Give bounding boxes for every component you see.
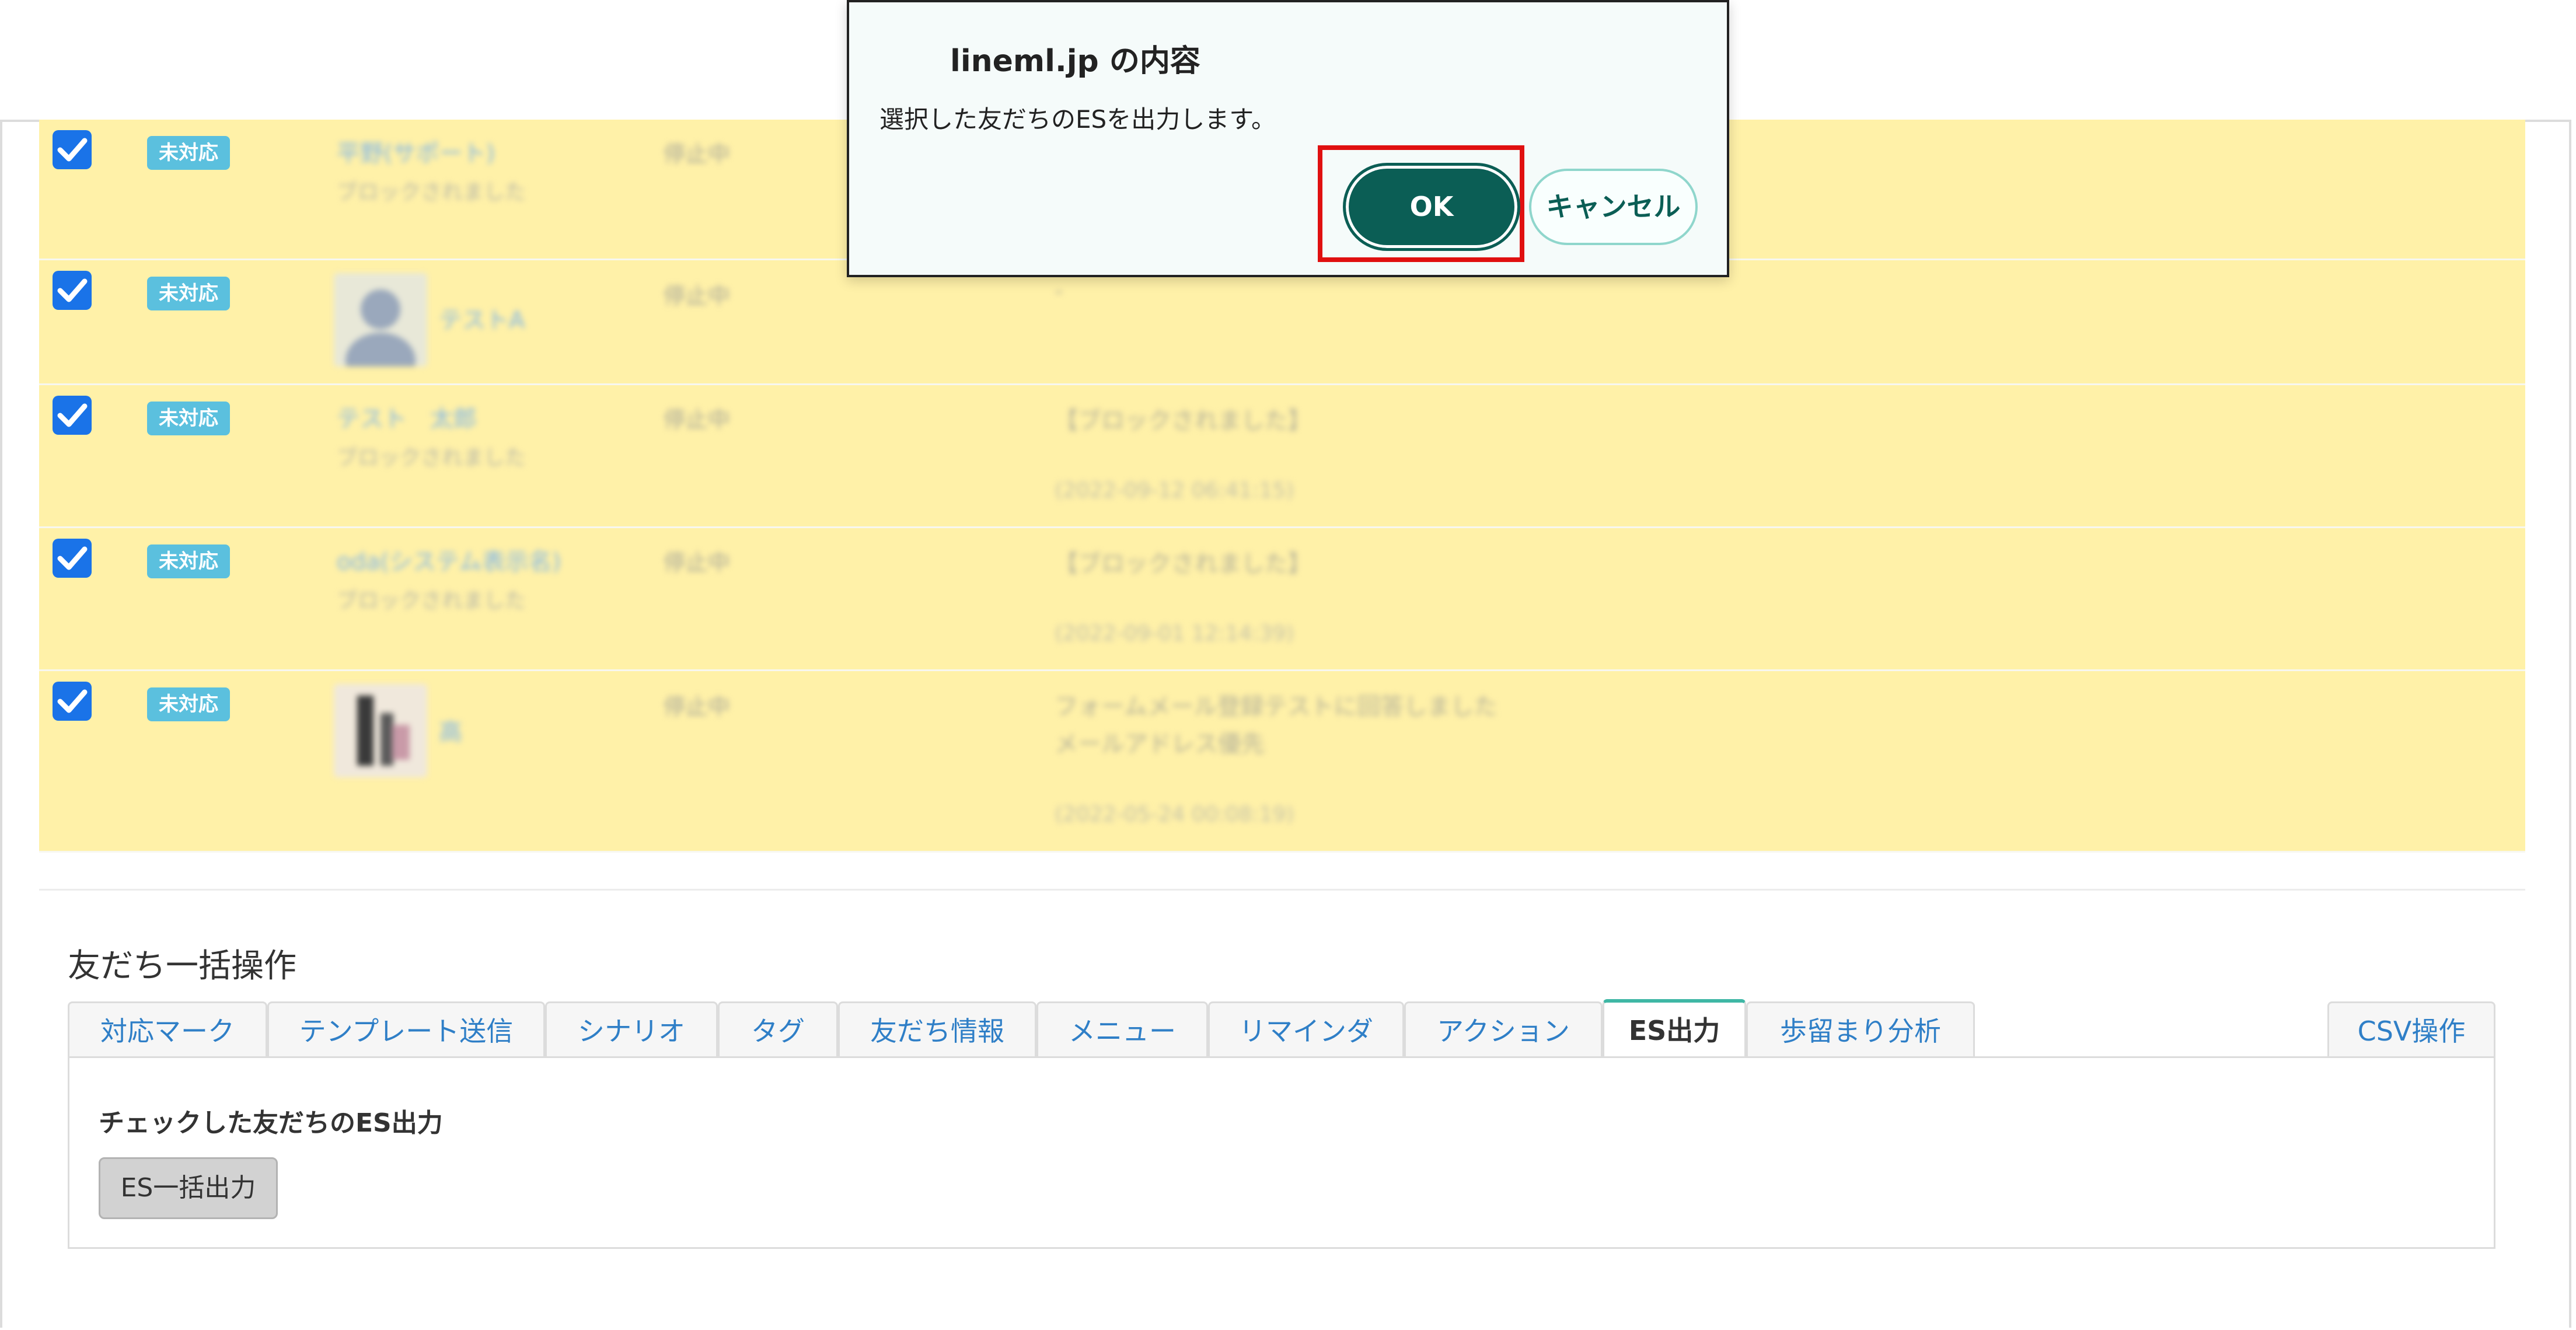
table-row[interactable]: 未対応 oda(システム表示名) ブロックされました 停止中 【ブロックされまし… [39,528,2525,671]
friend-name-link[interactable]: 平野(サポート) [337,134,495,168]
row-checkbox[interactable] [53,396,92,435]
tab-template-send[interactable]: テンプレート送信 [267,1001,545,1057]
friend-name-link[interactable]: テスト 太郎 [337,400,477,434]
friend-name-link[interactable]: 高 [439,713,462,747]
confirm-dialog: lineml.jp の内容 選択した友だちのESを出力します。 OK キャンセル [847,0,1729,277]
last-message: フォームメール登録テストに回答しました [1055,693,1498,720]
friend-name-link[interactable]: oda(システム表示名) [337,543,561,577]
tab-scenario[interactable]: シナリオ [545,1001,718,1057]
dialog-title: lineml.jp の内容 [950,44,1200,79]
row-checkbox[interactable] [53,271,92,310]
es-bulk-output-button[interactable]: ES一括出力 [99,1157,278,1219]
friend-name-link[interactable]: テストA [439,301,525,335]
status-badge: 未対応 [147,544,230,578]
last-message: - [1055,278,1063,305]
message-date: (2022-09-12 06:41:15) [1055,479,1294,502]
avatar [334,273,427,389]
table-row[interactable]: 未対応 高 停止中 フォームメール登録テストに回答しました メールアドレス優先 … [39,671,2525,853]
cancel-button[interactable]: キャンセル [1529,169,1698,245]
status-badge: 未対応 [147,687,230,721]
status-badge: 未対応 [147,402,230,435]
table-row[interactable]: 未対応 テスト 太郎 ブロックされました 停止中 【ブロックされました】 (20… [39,385,2525,528]
tab-response-mark[interactable]: 対応マーク [68,1001,267,1057]
section-divider [39,889,2525,891]
scenario-state: 停止中 [664,550,731,575]
tab-action[interactable]: アクション [1404,1001,1603,1057]
last-message: 【ブロックされました】 [1055,550,1311,577]
row-checkbox[interactable] [53,682,92,721]
ok-button[interactable]: OK [1343,163,1520,251]
avatar [334,684,427,777]
status-badge: 未対応 [147,136,230,170]
tab-yield-analysis[interactable]: 歩留まり分析 [1746,1001,1975,1057]
scenario-state: 停止中 [664,407,731,432]
last-message: 【ブロックされました】 [1055,407,1311,434]
scenario-state: 停止中 [664,141,731,167]
message-date: (2022-09-01 12:14:39) [1055,622,1294,645]
dialog-message: 選択した友だちのESを出力します。 [879,105,1276,134]
es-output-panel: チェックした友だちのES出力 ES一括出力 [68,1056,2495,1249]
check-icon [57,689,88,713]
friend-sub-text: ブロックされました [337,180,526,204]
tab-csv-operation[interactable]: CSV操作 [2327,1001,2495,1057]
friend-sub-text: ブロックされました [337,446,526,470]
scenario-state: 停止中 [664,694,731,720]
bulk-operations-title: 友だち一括操作 [68,947,296,985]
tab-tag[interactable]: タグ [718,1001,838,1057]
table-row[interactable]: 未対応 テストA 停止中 - [39,260,2525,389]
scenario-state: 停止中 [664,283,731,309]
check-icon [57,138,88,162]
last-message-line2: メールアドレス優先 [1055,731,1265,757]
row-checkbox[interactable] [53,130,92,169]
tab-menu[interactable]: メニュー [1036,1001,1208,1057]
check-icon [57,546,88,570]
es-output-label: チェックした友だちのES出力 [99,1108,443,1138]
message-date: (2022-05-24 00:08:19) [1055,802,1294,826]
tab-reminder[interactable]: リマインダ [1208,1001,1404,1057]
check-icon [57,403,88,427]
friend-sub-text: ブロックされました [337,589,526,613]
tab-friend-info[interactable]: 友だち情報 [838,1001,1036,1057]
status-badge: 未対応 [147,277,230,310]
tab-es-output[interactable]: ES出力 [1603,999,1746,1057]
row-checkbox[interactable] [53,539,92,578]
check-icon [57,278,88,302]
